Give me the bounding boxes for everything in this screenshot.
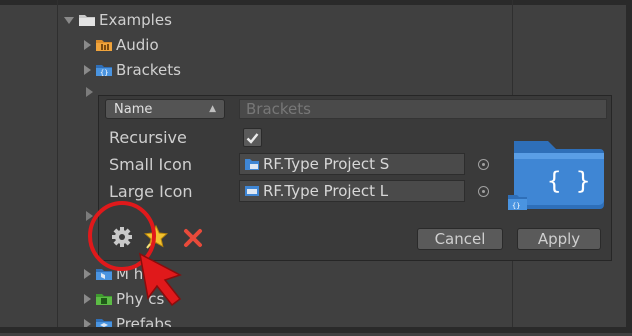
small-icon-label: Small Icon <box>109 155 192 174</box>
texture-icon <box>245 159 259 170</box>
audio-folder-icon <box>95 38 113 52</box>
checkmark-icon <box>246 132 259 144</box>
name-input[interactable]: Brackets <box>239 99 607 119</box>
tree-item-examples[interactable]: Examples <box>64 8 172 32</box>
tree-item-audio[interactable]: Audio <box>84 33 159 57</box>
window-top-edge <box>0 0 632 5</box>
tree-item-label: Examples <box>99 11 172 29</box>
folder-preview: { } {} <box>508 137 606 219</box>
window-bottom-edge <box>0 327 632 333</box>
pointer-arrow-icon <box>138 252 182 307</box>
svg-text:{ }: { } <box>547 167 590 195</box>
large-icon-value: RF.Type Project L <box>263 182 389 200</box>
svg-text:{}: {} <box>100 69 108 77</box>
tree-item-label: Brackets <box>116 61 181 79</box>
recursive-checkbox[interactable] <box>243 128 262 147</box>
brackets-folder-icon: { } {} <box>508 141 604 210</box>
apply-button[interactable]: Apply <box>517 228 601 250</box>
folder-icon <box>78 13 96 27</box>
collapse-arrow-icon[interactable] <box>84 40 91 50</box>
dropdown-caret-icon: ▲ <box>209 104 216 114</box>
tree-item-label: Audio <box>116 36 159 54</box>
recursive-label: Recursive <box>109 128 187 147</box>
panel-divider-left <box>57 0 58 333</box>
texture-icon <box>245 186 259 196</box>
brackets-folder-icon: {} <box>95 63 113 77</box>
collapse-arrow-icon[interactable] <box>84 65 91 75</box>
tree-item-brackets[interactable]: {} Brackets <box>84 58 181 82</box>
match-mode-dropdown[interactable]: Name ▲ <box>105 99 225 119</box>
window-right-edge <box>626 0 632 333</box>
expand-arrow-icon[interactable] <box>64 16 74 24</box>
large-icon-field[interactable]: RF.Type Project L <box>239 180 465 202</box>
small-icon-picker-icon[interactable] <box>478 159 489 170</box>
svg-text:{}: {} <box>512 202 520 210</box>
small-icon-field[interactable]: RF.Type Project S <box>239 153 465 175</box>
cancel-button[interactable]: Cancel <box>417 228 503 250</box>
dropdown-value: Name <box>114 101 153 117</box>
collapse-arrow-icon[interactable] <box>86 87 93 97</box>
large-icon-picker-icon[interactable] <box>478 186 489 197</box>
small-icon-value: RF.Type Project S <box>263 155 390 173</box>
